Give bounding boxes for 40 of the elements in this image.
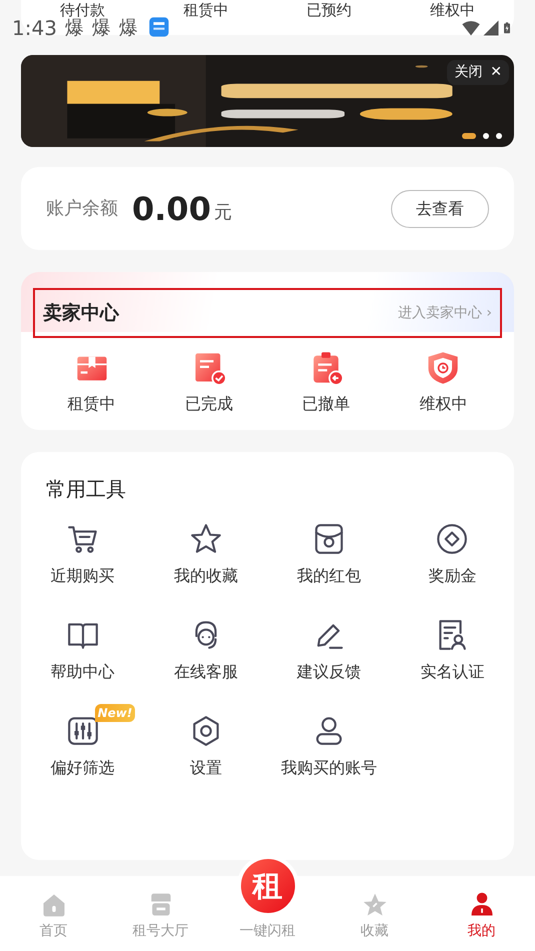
balance-amount: 0.00 (132, 188, 211, 230)
order-tab[interactable]: 已预约 (306, 2, 352, 19)
notification-icon: 爆 (64, 18, 84, 38)
seller-title: 卖家中心 (43, 300, 119, 326)
seller-item-label[interactable]: 维权中 (419, 392, 468, 416)
view-button[interactable]: 去查看 (391, 190, 489, 228)
tool-item-label[interactable]: 设置 (190, 756, 222, 780)
seller-header[interactable]: 卖家中心 进入卖家中心 › (33, 288, 502, 338)
tools-title: 常用工具 (46, 476, 127, 503)
sliders-icon (66, 714, 100, 748)
tool-item-label[interactable]: 建议反馈 (297, 660, 362, 684)
tool-item-label[interactable]: 我的红包 (297, 564, 362, 588)
tool-item-label[interactable]: 帮助中心 (50, 660, 115, 684)
notification-icon: 爆 (92, 18, 111, 38)
order-tab[interactable]: 待付款 (60, 2, 106, 19)
order-tab[interactable]: 维权中 (430, 2, 475, 19)
tool-item-label[interactable]: 偏好筛选 (50, 756, 115, 780)
tool-item-label[interactable]: 实名认证 (420, 660, 484, 684)
notification-icon: 爆 (118, 18, 138, 38)
status-time: 1:43 (12, 18, 57, 38)
nav-tab[interactable]: 租 一键闪租 (222, 854, 312, 943)
wifi-icon (461, 18, 481, 38)
currency-unit: 元 (214, 201, 232, 225)
tool-item-label[interactable]: 奖励金 (428, 564, 476, 588)
balance-label: 账户余额 (46, 197, 118, 221)
close-icon: ✕ (490, 62, 502, 83)
nav-tab[interactable]: 我的 (436, 890, 526, 943)
star-icon (188, 522, 223, 556)
tool-item-label[interactable]: 近期购买 (50, 564, 115, 588)
tool-item-label[interactable]: 我购买的账号 (281, 756, 378, 780)
coin-icon (435, 522, 470, 556)
seller-item-label[interactable]: 已完成 (184, 392, 233, 416)
tool-item-label[interactable]: 我的收藏 (174, 564, 238, 588)
new-badge: New! (94, 704, 136, 722)
close-button[interactable]: 关闭 ✕ (447, 60, 509, 85)
order-tab[interactable]: 租赁中 (183, 2, 228, 19)
seller-item-label[interactable]: 已撤单 (302, 392, 350, 416)
seller-item-label[interactable]: 租赁中 (68, 392, 116, 416)
tool-item-label[interactable]: 在线客服 (174, 660, 238, 684)
signal-icon (481, 18, 501, 38)
